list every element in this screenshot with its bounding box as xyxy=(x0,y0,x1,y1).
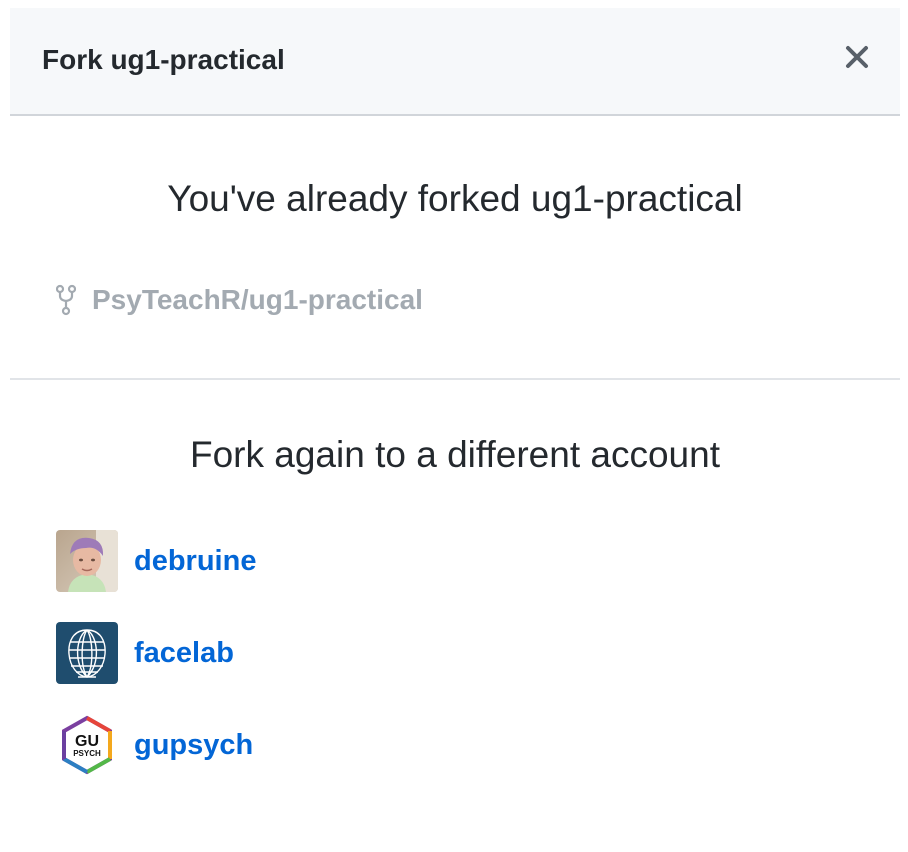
dialog-title: Fork ug1-practical xyxy=(42,44,285,75)
close-icon xyxy=(846,46,868,68)
account-facelab[interactable]: facelab xyxy=(56,622,234,684)
already-forked-heading: You've already forked ug1-practical xyxy=(167,178,743,219)
account-gupsych[interactable]: GU PSYCH gupsych xyxy=(56,714,253,776)
svg-text:GU: GU xyxy=(75,733,99,750)
fork-again-heading: Fork again to a different account xyxy=(190,434,720,475)
fork-dialog: Fork ug1-practical You've already forked… xyxy=(10,8,900,844)
repo-forked-icon xyxy=(56,284,76,316)
account-name-debruine: debruine xyxy=(134,544,257,577)
account-name-facelab: facelab xyxy=(134,636,234,669)
fork-again-section: Fork again to a different account debrui… xyxy=(10,380,900,846)
account-debruine[interactable]: debruine xyxy=(56,530,256,592)
dialog-header: Fork ug1-practical xyxy=(10,8,900,116)
face-mesh-avatar xyxy=(56,622,118,684)
close-button[interactable] xyxy=(840,40,874,74)
forked-repo: PsyTeachR/ug1-practical xyxy=(56,280,423,320)
gu-psych-hexagon-logo: GU PSYCH xyxy=(56,714,118,776)
forked-repo-name: PsyTeachR/ug1-practical xyxy=(92,284,423,315)
already-forked-section: You've already forked ug1-practical PsyT… xyxy=(10,116,900,380)
account-name-gupsych: gupsych xyxy=(134,728,254,761)
svg-text:PSYCH: PSYCH xyxy=(73,749,101,758)
user-photo-avatar xyxy=(56,530,118,592)
